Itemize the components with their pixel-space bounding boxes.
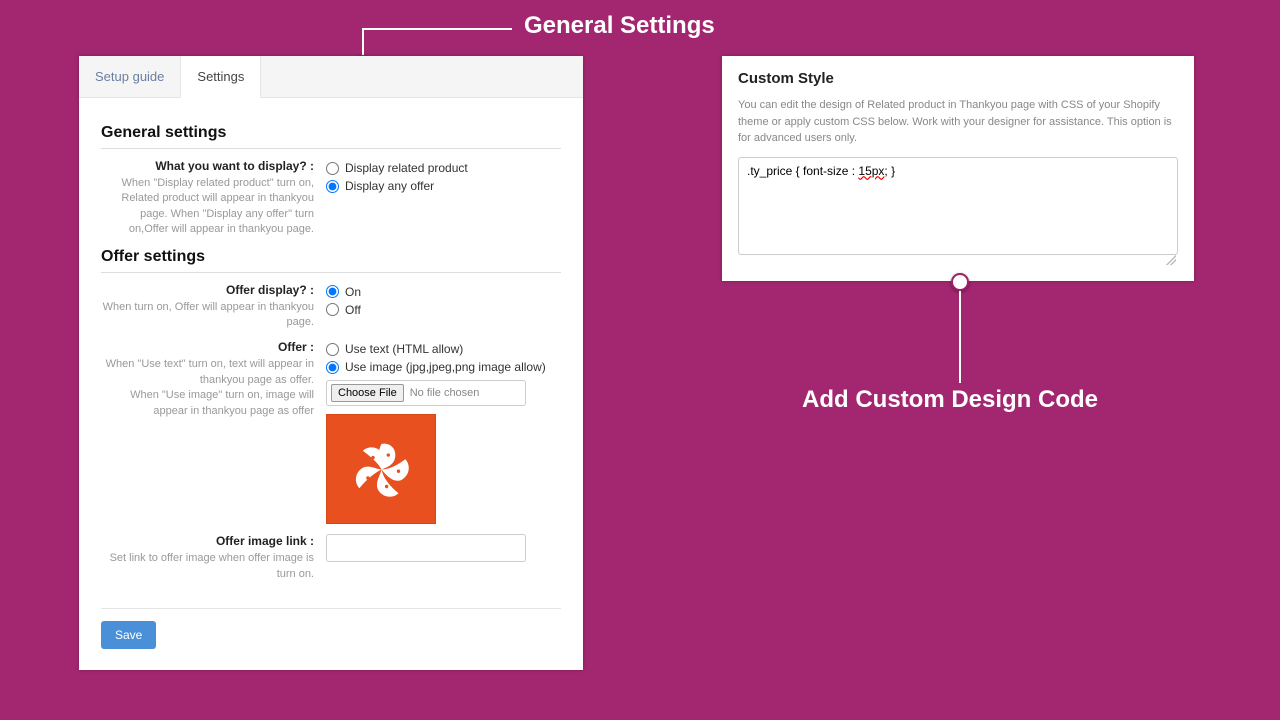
offer-display-help: When turn on, Offer will appear in thank…	[101, 300, 314, 331]
tab-settings[interactable]: Settings	[180, 56, 261, 98]
annotation-line	[363, 28, 512, 30]
offer-image-link-input[interactable]	[326, 534, 526, 562]
radio-use-text[interactable]: Use text (HTML allow)	[326, 340, 561, 358]
settings-panel: Setup guide Settings General settings Wh…	[79, 56, 583, 670]
radio-use-text-input[interactable]	[326, 343, 339, 356]
radio-display-any[interactable]: Display any offer	[326, 177, 561, 195]
resize-grip-icon[interactable]	[1166, 255, 1176, 265]
save-button[interactable]: Save	[101, 621, 156, 649]
radio-use-image-input[interactable]	[326, 361, 339, 374]
display-question-label: What you want to display? :	[155, 159, 314, 173]
custom-style-desc: You can edit the design of Related produ…	[738, 97, 1178, 147]
offer-display-label: Offer display? :	[226, 283, 314, 297]
offer-image-link-help: Set link to offer image when offer image…	[101, 551, 314, 582]
radio-use-image-label: Use image (jpg,jpeg,png image allow)	[345, 360, 546, 374]
custom-style-panel: Custom Style You can edit the design of …	[722, 56, 1194, 281]
radio-use-image[interactable]: Use image (jpg,jpeg,png image allow)	[326, 358, 561, 376]
divider	[101, 608, 561, 609]
offer-type-help: When "Use text" turn on, text will appea…	[101, 357, 314, 419]
annotation-custom-design: Add Custom Design Code	[802, 386, 1098, 414]
css-text-prefix: .ty_price { font-size :	[747, 164, 858, 178]
radio-display-any-input[interactable]	[326, 180, 339, 193]
tabs: Setup guide Settings	[79, 56, 583, 98]
offer-settings-heading: Offer settings	[101, 248, 561, 273]
css-text-value: 15px	[858, 164, 884, 178]
radio-display-related-input[interactable]	[326, 162, 339, 175]
css-text-suffix: ; }	[884, 164, 895, 178]
file-status-text: No file chosen	[410, 387, 480, 399]
file-input-row: Choose File No file chosen	[326, 380, 526, 406]
custom-style-heading: Custom Style	[738, 70, 1178, 87]
radio-offer-off-input[interactable]	[326, 303, 339, 316]
radio-display-any-label: Display any offer	[345, 179, 434, 193]
radio-offer-on[interactable]: On	[326, 283, 561, 301]
panel-body: General settings What you want to displa…	[79, 98, 583, 663]
flower-icon	[339, 427, 424, 512]
offer-image-link-label: Offer image link :	[216, 534, 314, 548]
tab-setup-guide[interactable]: Setup guide	[79, 56, 180, 97]
choose-file-button[interactable]: Choose File	[331, 384, 404, 402]
radio-offer-off[interactable]: Off	[326, 301, 561, 319]
annotation-general-settings: General Settings	[524, 12, 715, 40]
radio-offer-on-label: On	[345, 285, 361, 299]
radio-use-text-label: Use text (HTML allow)	[345, 342, 463, 356]
radio-display-related-label: Display related product	[345, 161, 468, 175]
display-question-help: When "Display related product" turn on, …	[101, 176, 314, 238]
radio-offer-off-label: Off	[345, 303, 361, 317]
offer-type-label: Offer :	[278, 340, 314, 354]
annotation-line	[959, 291, 961, 383]
annotation-line	[362, 28, 364, 58]
general-settings-heading: General settings	[101, 124, 561, 149]
offer-image-preview	[326, 414, 436, 524]
radio-display-related[interactable]: Display related product	[326, 159, 561, 177]
custom-css-textarea[interactable]: .ty_price { font-size : 15px; }	[738, 157, 1178, 255]
annotation-dot	[951, 273, 969, 291]
radio-offer-on-input[interactable]	[326, 285, 339, 298]
